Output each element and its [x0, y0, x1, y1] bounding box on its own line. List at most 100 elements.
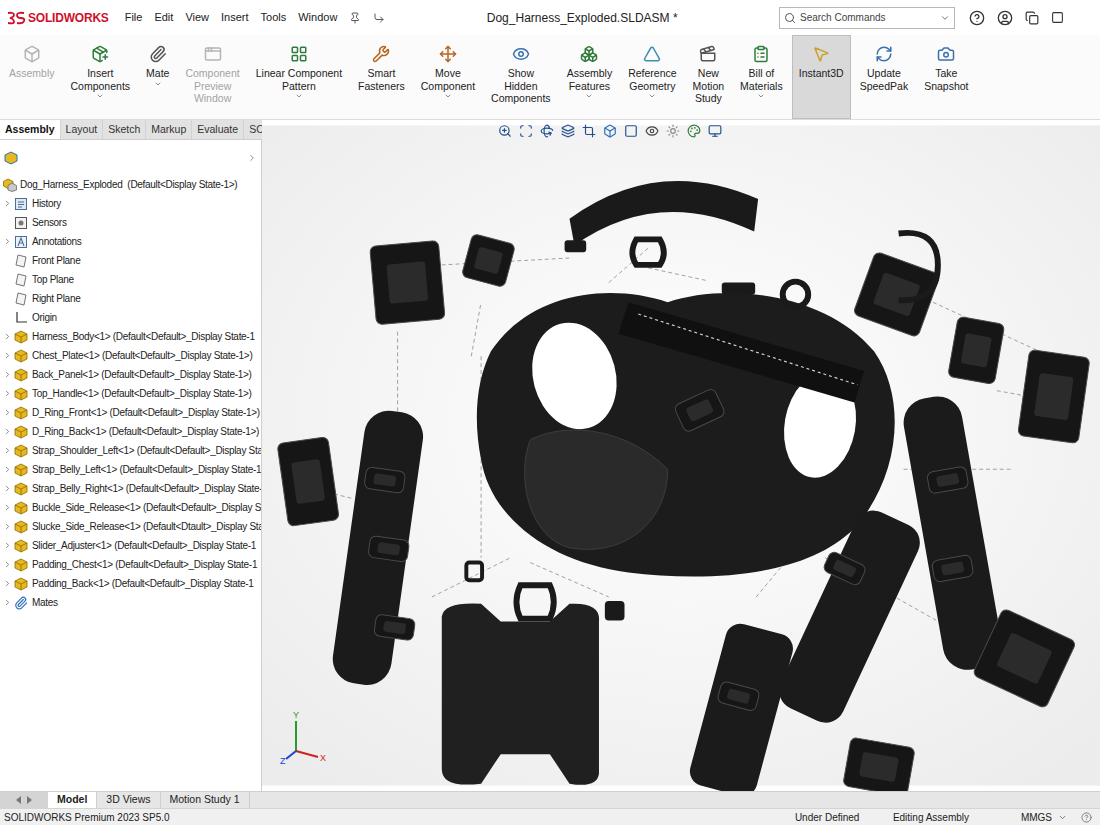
buckle[interactable]: [926, 466, 968, 494]
scroll-left-icon[interactable]: [16, 796, 22, 804]
tree-item[interactable]: Buckle_Side_Release<1> (Default<Default>…: [0, 498, 261, 517]
tree-item[interactable]: History: [0, 194, 261, 213]
view-tool-icon[interactable]: [540, 124, 554, 138]
buckle[interactable]: [370, 240, 445, 324]
ribbon-button[interactable]: ComponentPreviewWindow: [178, 35, 246, 119]
search-input[interactable]: [800, 10, 936, 25]
maximize-window-icon[interactable]: [1051, 11, 1064, 24]
small-parts[interactable]: [466, 240, 755, 620]
expand-arrow-icon[interactable]: [3, 427, 12, 436]
view-tool-icon[interactable]: [687, 124, 701, 138]
harness-model[interactable]: [262, 120, 1100, 791]
command-tab[interactable]: Markup: [146, 120, 192, 139]
dropdown-arrow-icon[interactable]: [757, 92, 765, 100]
buckle[interactable]: [931, 554, 973, 582]
tree-item[interactable]: Padding_Back<1> (Default<Default>_Displa…: [0, 574, 261, 593]
tree-item[interactable]: Mates: [0, 593, 261, 612]
menu-item[interactable]: View: [185, 9, 209, 26]
buckle[interactable]: [843, 737, 915, 791]
options-arrow-icon[interactable]: [373, 12, 385, 24]
expand-arrow-icon[interactable]: [3, 465, 12, 474]
unit-system[interactable]: MMGS: [1021, 810, 1052, 825]
expand-arrow-icon[interactable]: [3, 560, 12, 569]
view-tool-icon[interactable]: [561, 124, 575, 138]
ribbon-button[interactable]: Assembly: [2, 35, 62, 119]
bottom-tab[interactable]: 3D Views: [97, 792, 160, 808]
units-dropdown-icon[interactable]: [1058, 813, 1067, 822]
buckle[interactable]: [368, 535, 410, 562]
restore-window-icon[interactable]: [1025, 11, 1039, 25]
expand-arrow-icon[interactable]: [3, 237, 12, 246]
menu-item[interactable]: File: [125, 9, 143, 26]
tree-item[interactable]: Origin: [0, 308, 261, 327]
tree-filter-bar[interactable]: [4, 147, 257, 169]
buckle[interactable]: [822, 550, 867, 586]
menu-item[interactable]: Tools: [261, 9, 287, 26]
expand-arrow-icon[interactable]: [3, 351, 12, 360]
expand-arrow-icon[interactable]: [3, 522, 12, 531]
tree-item[interactable]: Slucke_Side_Release<1> (Default<Dtault>_…: [0, 517, 261, 536]
expand-arrow-icon[interactable]: [3, 541, 12, 550]
d-rings[interactable]: [516, 233, 937, 619]
buckle[interactable]: [673, 388, 726, 433]
view-tool-icon[interactable]: [645, 124, 659, 138]
bottom-tab[interactable]: Model: [48, 792, 97, 808]
command-tab[interactable]: Evaluate: [192, 120, 244, 139]
graphics-area[interactable]: YXZ: [262, 120, 1100, 791]
dropdown-arrow-icon[interactable]: [585, 92, 593, 100]
ribbon-button[interactable]: ShowHiddenComponents: [484, 35, 558, 119]
view-tool-icon[interactable]: [603, 124, 617, 138]
buckle[interactable]: [1018, 350, 1090, 444]
expand-arrow-icon[interactable]: [3, 598, 12, 607]
dropdown-arrow-icon[interactable]: [154, 80, 162, 88]
pin-icon[interactable]: [349, 12, 361, 24]
ribbon-button[interactable]: SmartFasteners: [351, 35, 412, 119]
ribbon-button[interactable]: Mate: [139, 35, 176, 119]
expand-arrow-icon[interactable]: [3, 389, 12, 398]
view-tool-icon[interactable]: [708, 124, 722, 138]
tree-item[interactable]: Top Plane: [0, 270, 261, 289]
command-tab[interactable]: Assembly: [0, 120, 61, 139]
ribbon-button[interactable]: TakeSnapshot: [917, 35, 975, 119]
status-help-icon[interactable]: [1081, 812, 1092, 823]
tree-item[interactable]: Sensors: [0, 213, 261, 232]
view-tool-icon[interactable]: [624, 124, 638, 138]
shoulder-band[interactable]: [619, 302, 865, 402]
tree-item[interactable]: Back_Panel<1> (Default<Default>_Display …: [0, 365, 261, 384]
tree-item[interactable]: Padding_Chest<1> (Default<Default>_Displ…: [0, 555, 261, 574]
command-tab[interactable]: Layout: [61, 120, 104, 139]
ribbon-button[interactable]: Bill ofMaterials: [733, 35, 790, 119]
ribbon-button[interactable]: Instant3D: [792, 35, 851, 119]
scroll-right-icon[interactable]: [26, 796, 32, 804]
tree-item[interactable]: Chest_Plate<1> (Default<Default>_Display…: [0, 346, 261, 365]
bottom-tab[interactable]: Motion Study 1: [161, 792, 250, 808]
buckle[interactable]: [364, 467, 406, 494]
straps[interactable]: [330, 393, 1006, 791]
tree-root[interactable]: Dog_Harness_Exploded (Default<Display St…: [0, 175, 261, 194]
dropdown-arrow-icon[interactable]: [648, 92, 656, 100]
expand-arrow-icon[interactable]: [3, 503, 12, 512]
buckle[interactable]: [374, 614, 416, 641]
chest-plate[interactable]: [525, 430, 668, 549]
expand-arrow-icon[interactable]: [3, 370, 12, 379]
menu-item[interactable]: Insert: [221, 9, 249, 26]
ribbon-button[interactable]: Linear ComponentPattern: [249, 35, 349, 119]
view-tool-icon[interactable]: [498, 124, 512, 138]
buckle[interactable]: [972, 608, 1076, 709]
view-tool-icon[interactable]: [582, 124, 596, 138]
dropdown-arrow-icon[interactable]: [444, 92, 452, 100]
tree-item[interactable]: Annotations: [0, 232, 261, 251]
dropdown-arrow-icon[interactable]: [295, 92, 303, 100]
expand-arrow-icon[interactable]: [3, 484, 12, 493]
harness-body[interactable]: [477, 293, 895, 577]
ribbon-button[interactable]: NewMotionStudy: [686, 35, 732, 119]
ribbon-button[interactable]: AssemblyFeatures: [560, 35, 620, 119]
buckle[interactable]: [277, 437, 339, 527]
ribbon-button[interactable]: ReferenceGeometry: [621, 35, 683, 119]
view-tool-icon[interactable]: [519, 124, 533, 138]
tree-item[interactable]: Front Plane: [0, 251, 261, 270]
command-tab[interactable]: Sketch: [103, 120, 146, 139]
view-tool-icon[interactable]: [666, 124, 680, 138]
dropdown-arrow-icon[interactable]: [96, 92, 104, 100]
tree-item[interactable]: Harness_Body<1> (Default<Default>_Displa…: [0, 327, 261, 346]
